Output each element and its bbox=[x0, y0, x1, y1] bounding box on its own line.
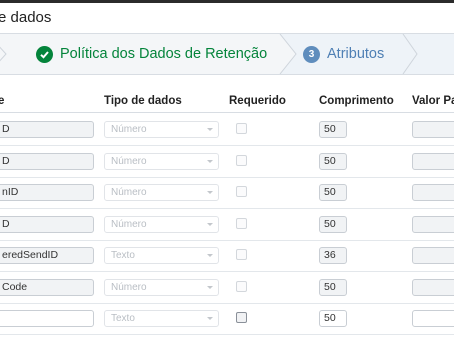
column-header-data-type: Tipo de dados bbox=[104, 95, 182, 107]
wizard-step-retention-policy[interactable]: Política dos Dados de Retenção bbox=[36, 44, 267, 64]
attribute-name-field: D bbox=[0, 215, 94, 233]
default-value-field bbox=[412, 247, 454, 264]
data-type-value: Texto bbox=[111, 250, 135, 261]
attribute-name-field: eredSendID bbox=[0, 247, 94, 264]
chevron-down-icon bbox=[207, 222, 213, 226]
wizard-step-attributes[interactable]: 3 Atributos bbox=[303, 44, 384, 64]
chevron-down-icon bbox=[207, 254, 213, 257]
column-header-default-value: Valor Pa bbox=[412, 95, 454, 107]
column-header-required: Requerido bbox=[229, 95, 286, 107]
length-field: 36 bbox=[319, 247, 347, 264]
data-type-value: Número bbox=[111, 187, 147, 198]
data-type-select: Número bbox=[104, 215, 219, 233]
default-value-field bbox=[412, 215, 454, 233]
attribute-name-field: nID bbox=[0, 184, 94, 201]
step-separator-2 bbox=[270, 34, 297, 74]
data-type-select: Número bbox=[104, 152, 219, 170]
required-checkbox bbox=[236, 123, 247, 134]
step-separator-3 bbox=[395, 34, 418, 74]
data-type-value: Texto bbox=[111, 313, 135, 324]
table-row: Code Número 50 bbox=[0, 272, 454, 304]
required-checkbox bbox=[236, 249, 247, 260]
length-field: 50 bbox=[319, 278, 347, 296]
wizard-step-label: Atributos bbox=[327, 46, 385, 62]
default-value-field bbox=[412, 121, 454, 138]
table-row: D Número 50 bbox=[0, 209, 454, 241]
required-checkbox bbox=[236, 186, 247, 197]
required-checkbox bbox=[236, 154, 247, 166]
chevron-down-icon bbox=[207, 159, 213, 163]
wizard-step-label: Política dos Dados de Retenção bbox=[60, 46, 268, 62]
chevron-down-icon bbox=[207, 191, 213, 194]
data-type-value: Número bbox=[111, 281, 147, 293]
checkmark-icon bbox=[36, 45, 53, 63]
attribute-name-field: Code bbox=[0, 278, 94, 296]
table-row: D Número 50 bbox=[0, 146, 454, 178]
data-type-value: Número bbox=[111, 155, 147, 167]
column-header-name: e bbox=[0, 95, 5, 107]
required-checkbox bbox=[236, 217, 247, 229]
attribute-name-field: D bbox=[0, 121, 94, 138]
table-header: e Tipo de dados Requerido Comprimento Va… bbox=[0, 88, 454, 113]
page-title: e dados bbox=[0, 9, 52, 26]
length-field[interactable]: 50 bbox=[319, 310, 347, 327]
data-type-select: Texto bbox=[104, 310, 219, 327]
step-separator-1 bbox=[0, 46, 7, 62]
length-field: 50 bbox=[319, 215, 347, 233]
chevron-down-icon bbox=[207, 128, 213, 131]
length-field: 50 bbox=[319, 121, 347, 138]
default-value-field bbox=[412, 184, 454, 201]
data-type-select: Texto bbox=[104, 247, 219, 264]
wizard-steps: Política dos Dados de Retenção 3 Atribut… bbox=[0, 34, 454, 75]
attribute-name-field[interactable] bbox=[0, 310, 94, 327]
table-row: eredSendID Texto 36 bbox=[0, 240, 454, 272]
data-type-value: Número bbox=[111, 124, 147, 135]
default-value-field[interactable] bbox=[412, 310, 454, 327]
data-type-select: Número bbox=[104, 121, 219, 138]
required-checkbox[interactable] bbox=[236, 312, 247, 323]
chevron-down-icon bbox=[207, 317, 213, 320]
attribute-name-field: D bbox=[0, 152, 94, 170]
data-type-value: Número bbox=[111, 218, 147, 230]
length-field: 50 bbox=[319, 152, 347, 170]
default-value-field bbox=[412, 278, 454, 296]
required-checkbox bbox=[236, 280, 247, 292]
data-type-select: Número bbox=[104, 184, 219, 201]
table-row: Texto 50 bbox=[0, 303, 454, 335]
page-header: e dados bbox=[0, 3, 454, 34]
default-value-field bbox=[412, 152, 454, 170]
chevron-down-icon bbox=[207, 285, 213, 289]
column-header-length: Comprimento bbox=[319, 95, 394, 107]
table-row: nID Número 50 bbox=[0, 177, 454, 209]
length-field: 50 bbox=[319, 184, 347, 201]
table-row: D Número 50 bbox=[0, 114, 454, 146]
step-number-badge: 3 bbox=[303, 45, 320, 63]
data-type-select: Número bbox=[104, 278, 219, 296]
